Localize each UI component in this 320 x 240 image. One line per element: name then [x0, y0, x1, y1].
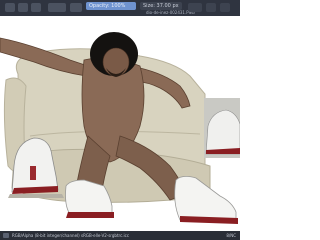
- gradient-icon[interactable]: [18, 3, 28, 12]
- brush-size-label: Size: 37.00 px: [143, 3, 179, 9]
- color-space-icon: [3, 233, 9, 238]
- opacity-slider[interactable]: Opacity: 100%: [86, 2, 136, 10]
- brush-size-slider[interactable]: Size: 37.00 px: [140, 2, 182, 10]
- blend-mode-icon[interactable]: [48, 3, 66, 12]
- sneaker-left-sole: [66, 212, 114, 218]
- brush-preset-icon[interactable]: [5, 3, 15, 12]
- lock-icon[interactable]: [220, 3, 230, 12]
- reference-sneaker-left-shadow: [8, 194, 64, 198]
- mirror-icon[interactable]: [188, 3, 202, 12]
- wrap-icon[interactable]: [206, 3, 216, 12]
- opacity-label: Opacity: 100%: [89, 3, 126, 9]
- top-toolbar: Opacity: 100% Size: 37.00 px dio-de-inez…: [0, 0, 240, 16]
- figure-face: [102, 47, 130, 77]
- status-bar: RGB/Alpha (8-bit integer/channel) sRGB-e…: [0, 231, 240, 240]
- reference-sneaker-left-tag: [30, 166, 36, 180]
- artwork: [0, 32, 240, 224]
- paint-app-window: Opacity: 100% Size: 37.00 px dio-de-inez…: [0, 0, 240, 240]
- pattern-icon[interactable]: [31, 3, 41, 12]
- color-profile-text: RGB/Alpha (8-bit integer/channel) sRGB-e…: [12, 233, 130, 238]
- status-right-text: 8/NC: [226, 233, 236, 238]
- reset-icon[interactable]: [70, 3, 82, 12]
- drawing-canvas[interactable]: [0, 16, 240, 231]
